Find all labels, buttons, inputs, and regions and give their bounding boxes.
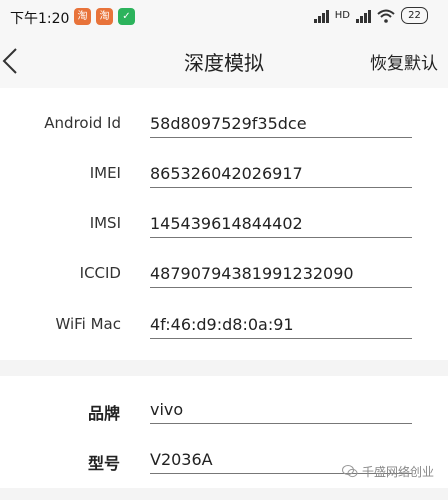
status-bar: 下午1:20 淘 淘 ✓ HD 22 xyxy=(0,0,448,34)
brand-field[interactable]: vivo xyxy=(150,400,412,424)
wifi-mac-row: WiFi Mac 4f:46:d9:d8:0a:91 xyxy=(0,315,448,365)
signal-icon xyxy=(313,9,329,23)
field-label: 品牌 xyxy=(88,404,121,423)
signal-icon-2 xyxy=(356,9,371,23)
field-label: Android Id xyxy=(44,114,121,132)
green-app-icon: ✓ xyxy=(118,8,135,25)
reset-default-button[interactable]: 恢复默认 xyxy=(370,49,438,74)
android-id-field[interactable]: 58d8097529f35dce xyxy=(150,114,412,138)
wifi-icon xyxy=(377,9,395,23)
status-time: 下午1:20 xyxy=(10,11,70,27)
wifi-mac-field[interactable]: 4f:46:d9:d8:0a:91 xyxy=(150,315,412,339)
android-id-row: Android Id 58d8097529f35dce xyxy=(0,114,448,164)
taobao-app-icon: 淘 xyxy=(74,8,91,25)
imei-field[interactable]: 865326042026917 xyxy=(150,164,412,188)
device-info-card: Android Id 58d8097529f35dce IMEI 8653260… xyxy=(0,88,448,360)
network-type-label: HD xyxy=(334,10,350,21)
battery-icon: 22 xyxy=(401,7,428,24)
field-label: WiFi Mac xyxy=(55,315,121,333)
watermark-text: 千盛网络创业 xyxy=(361,465,434,479)
field-label: IMEI xyxy=(89,164,121,182)
imei-row: IMEI 865326042026917 xyxy=(0,164,448,214)
brand-row: 品牌 vivo xyxy=(0,400,448,450)
watermark: 千盛网络创业 xyxy=(341,463,434,480)
field-label: IMSI xyxy=(89,214,121,232)
imsi-row: IMSI 145439614844402 xyxy=(0,214,448,264)
taobao-app-icon-2: 淘 xyxy=(96,8,113,25)
nav-bar: 深度模拟 恢复默认 xyxy=(0,34,448,88)
imsi-field[interactable]: 145439614844402 xyxy=(150,214,412,238)
status-indicators: HD 22 xyxy=(313,7,428,24)
field-label: 型号 xyxy=(88,454,121,473)
iccid-field[interactable]: 48790794381991232090 xyxy=(150,264,412,288)
field-label: ICCID xyxy=(79,264,121,282)
iccid-row: ICCID 48790794381991232090 xyxy=(0,264,448,314)
wechat-icon xyxy=(341,465,358,478)
